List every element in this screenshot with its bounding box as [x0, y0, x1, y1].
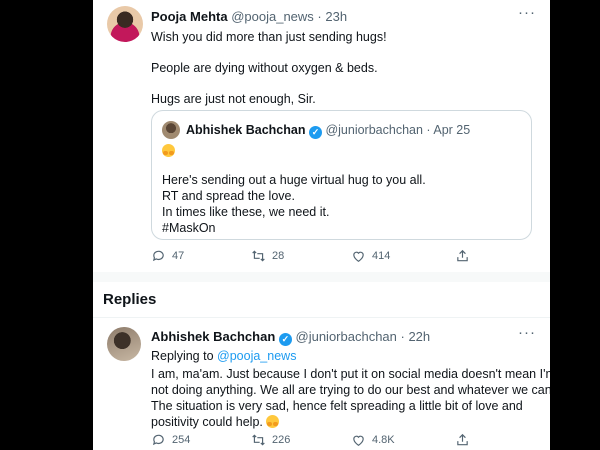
divider [93, 317, 550, 318]
share-button[interactable] [455, 249, 470, 263]
replying-handle[interactable]: @pooja_news [217, 349, 296, 363]
retweet-button[interactable]: 28 [251, 249, 284, 263]
quoted-text-line: RT and spread the love. [162, 189, 295, 203]
retweet-count: 28 [272, 250, 285, 262]
reply-author-handle[interactable]: @juniorbachchan [296, 329, 397, 344]
quoted-header: Abhishek Bachchan ✓ @juniorbachchan · Ap… [186, 123, 470, 139]
reply-text-line-last: positivity could help. [151, 414, 280, 430]
share-icon [455, 433, 470, 447]
replying-prefix: Replying to [151, 349, 214, 363]
share-button[interactable] [455, 433, 470, 447]
like-count: 414 [372, 250, 391, 262]
reply-actions: 254 226 4.8K [151, 433, 541, 449]
replies-heading: Replies [103, 291, 157, 308]
heart-icon [351, 433, 366, 447]
twitter-panel: Pooja Mehta @pooja_news · 23h ··· Wish y… [93, 0, 550, 450]
tweet-actions: 47 28 414 [151, 249, 541, 265]
reply-text-line: positivity could help. [151, 415, 263, 429]
section-divider [93, 272, 550, 282]
author-handle[interactable]: @pooja_news [231, 9, 314, 24]
reply-text-line: I am, ma'am. Just because I don't put it… [151, 367, 550, 381]
like-button[interactable]: 4.8K [351, 433, 395, 447]
reply-button[interactable]: 47 [151, 249, 184, 263]
hugging-face-emoji-icon [266, 415, 280, 428]
reply-time[interactable]: · 22h [401, 329, 431, 344]
quoted-text-line: Here's sending out a huge virtual hug to… [162, 173, 426, 187]
quoted-avatar[interactable] [162, 121, 180, 139]
reply-count: 254 [172, 434, 191, 446]
main-tweet[interactable]: Pooja Mehta @pooja_news · 23h ··· Wish y… [93, 0, 550, 270]
verified-badge-icon: ✓ [278, 333, 292, 346]
retweet-icon [251, 433, 266, 447]
tweet-time[interactable]: · 23h [317, 9, 347, 24]
reply-bubble-icon [151, 433, 166, 447]
share-icon [455, 249, 470, 263]
tweet-text-line: Hugs are just not enough, Sir. [151, 92, 316, 106]
reply-text-line: not doing anything. We all are trying to… [151, 383, 550, 397]
reply-count: 47 [172, 250, 185, 262]
verified-badge-icon: ✓ [308, 126, 322, 139]
replying-to: Replying to @pooja_news [151, 348, 296, 364]
quoted-author-name: Abhishek Bachchan [186, 123, 306, 137]
retweet-count: 226 [272, 434, 291, 446]
quoted-text-line: In times like these, we need it. [162, 205, 330, 219]
author-name[interactable]: Pooja Mehta [151, 9, 228, 24]
reply-button[interactable]: 254 [151, 433, 190, 447]
retweet-button[interactable]: 226 [251, 433, 290, 447]
quoted-tweet[interactable]: Abhishek Bachchan ✓ @juniorbachchan · Ap… [151, 110, 532, 240]
quoted-time: · Apr 25 [426, 123, 471, 137]
reply-bubble-icon [151, 249, 166, 263]
more-dots-icon[interactable]: ··· [518, 4, 536, 21]
tweet-text-line: People are dying without oxygen & beds. [151, 61, 378, 75]
more-dots-icon[interactable]: ··· [518, 324, 536, 341]
heart-icon [351, 249, 366, 263]
reply-author-name[interactable]: Abhishek Bachchan [151, 329, 275, 344]
retweet-icon [251, 249, 266, 263]
reply-text-line: The situation is very sad, hence felt sp… [151, 399, 523, 413]
hugging-face-emoji-icon [162, 144, 175, 157]
avatar[interactable] [107, 6, 143, 42]
quoted-author-handle: @juniorbachchan [325, 123, 423, 137]
tweet-text-line: Wish you did more than just sending hugs… [151, 30, 387, 44]
tweet-header: Pooja Mehta @pooja_news · 23h [151, 9, 347, 24]
quoted-text-line: #MaskOn [162, 221, 216, 235]
reply-avatar[interactable] [107, 327, 141, 361]
like-button[interactable]: 414 [351, 249, 390, 263]
like-count: 4.8K [372, 434, 395, 446]
reply-header: Abhishek Bachchan ✓ @juniorbachchan · 22… [151, 329, 430, 346]
